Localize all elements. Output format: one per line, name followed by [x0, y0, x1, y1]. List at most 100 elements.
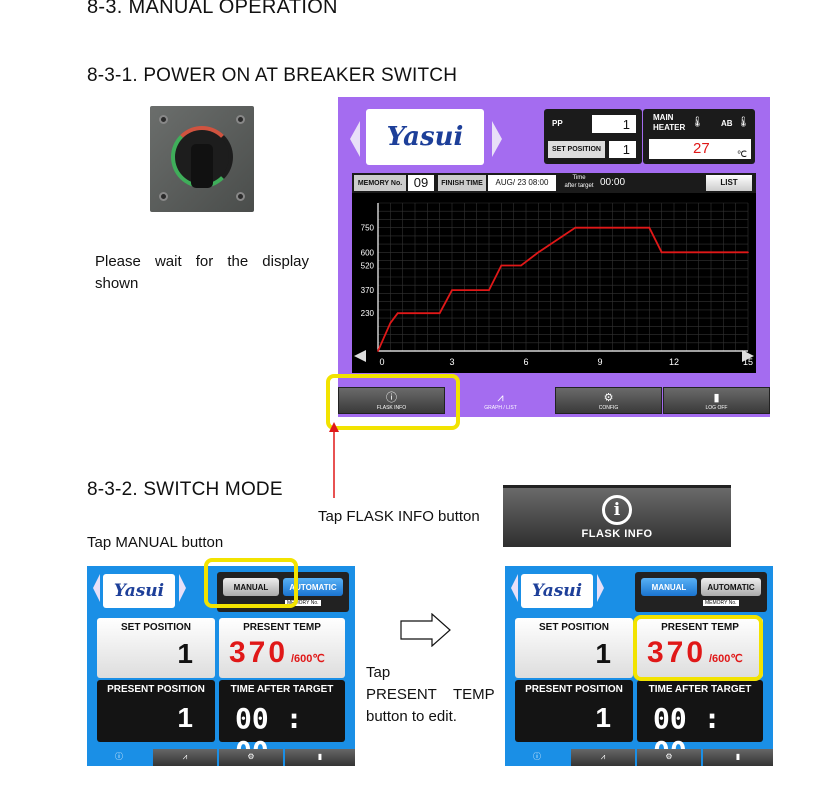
memory-bar: MEMORY No. 09 FINISH TIME AUG/ 23 08:00 …	[352, 173, 756, 193]
nav-log-off[interactable]: ▮	[285, 749, 355, 766]
x-tick-label: 3	[449, 357, 454, 367]
heater-temp-field[interactable]: 27 ℃	[649, 139, 751, 159]
tap-flask-instruction: Tap FLASK INFO button	[318, 508, 480, 525]
subsection-title-switch: 8-3-2. SWITCH MODE	[87, 479, 283, 500]
info-icon: i	[602, 495, 632, 525]
data-point	[396, 312, 399, 314]
nav-log-off[interactable]: ▮	[703, 749, 773, 766]
next-arrow-icon[interactable]	[492, 121, 502, 157]
nav-graph-list[interactable]: ⩘	[571, 749, 635, 766]
x-tick-label: 9	[597, 357, 602, 367]
set-position-value: 1	[177, 638, 193, 669]
nav-config[interactable]: ⚙	[637, 749, 701, 766]
present-temp-highlight	[633, 615, 763, 681]
pp-panel: PP 1 SET POSITION 1	[544, 109, 642, 164]
memory-no-label: MEMORY No.	[703, 600, 739, 606]
tap-manual-instruction: Tap MANUAL button	[87, 534, 224, 551]
data-point	[520, 264, 522, 267]
data-point	[389, 322, 392, 324]
set-position-cell[interactable]: SET POSITION 1	[515, 618, 633, 678]
nav-flask-info[interactable]: ⓘ	[87, 749, 151, 766]
tap-present-instruction: Tap PRESENT TEMP button to edit.	[366, 662, 495, 728]
small-bottom-nav: ⓘ ⩘ ⚙ ▮	[87, 747, 355, 766]
nav-flask-info[interactable]: ⓘ	[505, 749, 569, 766]
tap-present-line3: button to edit.	[366, 708, 457, 725]
present-temp-caption: PRESENT TEMP	[243, 622, 321, 633]
data-point	[488, 289, 490, 291]
mode-panel: MANUAL AUTOMATIC MEMORY No.	[635, 572, 767, 612]
yasui-logo: Yasui	[366, 109, 484, 165]
graph-icon: ⩘	[497, 392, 504, 404]
next-arrow-icon[interactable]	[179, 574, 186, 602]
y-tick-label: 520	[361, 261, 375, 270]
present-position-value: 1	[177, 702, 193, 733]
x-tick-label: 12	[669, 357, 679, 367]
heater-temp-value: 27	[693, 140, 710, 157]
small-bottom-nav: ⓘ ⩘ ⚙ ▮	[505, 747, 773, 766]
data-point	[500, 264, 503, 267]
nav-log-off[interactable]: ▮ LOG OFF	[663, 387, 770, 414]
thermometer-icon: 🌡	[691, 117, 704, 128]
tap-present-line1: Tap	[366, 664, 391, 681]
subsection-title-power: 8-3-1. POWER ON AT BREAKER SWITCH	[87, 65, 458, 86]
data-point	[537, 251, 540, 254]
y-tick-label: 600	[361, 248, 375, 257]
wait-instruction: Please wait for the display shown	[95, 253, 309, 292]
prev-arrow-icon[interactable]	[511, 574, 518, 602]
flask-info-label: FLASK INFO	[581, 528, 653, 540]
present-temp-value: 370	[229, 636, 289, 669]
y-tick-label: 750	[361, 224, 375, 233]
present-position-cell: PRESENT POSITION 1	[515, 680, 633, 742]
nav-graph-list[interactable]: ⩘	[153, 749, 217, 766]
data-point	[747, 251, 749, 254]
nav-config[interactable]: ⚙ CONFIG	[555, 387, 662, 414]
thermometer-icon: 🌡	[737, 117, 750, 128]
screw-icon	[159, 192, 168, 201]
screw-icon	[159, 115, 168, 124]
list-button[interactable]: LIST	[706, 175, 752, 191]
main-heater-panel: MAIN HEATER 🌡 AB 🌡 27 ℃	[643, 109, 755, 164]
prev-arrow-icon[interactable]	[350, 121, 360, 157]
set-position-caption: SET POSITION	[538, 622, 609, 633]
flask-info-highlight	[326, 374, 460, 430]
finish-time-value: AUG/ 23 08:00	[488, 175, 556, 191]
y-tick-label: 370	[361, 286, 375, 295]
nav-graph-list[interactable]: ⩘ GRAPH / LIST	[447, 387, 554, 414]
set-position-cell[interactable]: SET POSITION 1	[97, 618, 215, 678]
present-temp-cell[interactable]: PRESENT TEMP 370 /600℃	[219, 618, 345, 678]
temperature-profile-graph: 2303705206007500 3 6 9 12 15	[352, 193, 756, 373]
main-display-screen: Yasui PP 1 SET POSITION 1 MAIN HEATER 🌡 …	[338, 97, 770, 417]
manual-button[interactable]: MANUAL	[641, 578, 697, 596]
automatic-button[interactable]: AUTOMATIC	[701, 578, 761, 596]
present-position-cell: PRESENT POSITION 1	[97, 680, 215, 742]
next-arrow-icon[interactable]	[597, 574, 604, 602]
ab-label: AB	[721, 119, 733, 128]
time-after-label: Time after target	[564, 175, 594, 189]
data-point	[660, 251, 663, 254]
pp-label: PP	[552, 119, 563, 128]
memory-value[interactable]: 09	[408, 175, 434, 191]
set-position-button[interactable]: SET POSITION	[548, 141, 605, 158]
present-position-caption: PRESENT POSITION	[525, 684, 623, 695]
yasui-logo: Yasui	[103, 574, 175, 608]
present-position-value: 1	[595, 702, 611, 733]
heater-temp-unit: ℃	[736, 149, 747, 159]
set-position-value[interactable]: 1	[609, 141, 636, 158]
flask-info-button[interactable]: i FLASK INFO	[503, 485, 731, 547]
prev-arrow-icon[interactable]	[93, 574, 100, 602]
x-tick-label: 0	[379, 357, 384, 367]
data-point	[377, 350, 379, 352]
screw-icon	[236, 115, 245, 124]
pp-value[interactable]: 1	[592, 115, 636, 133]
data-point	[574, 226, 577, 229]
x-tick-label: 6	[523, 357, 528, 367]
breaker-switch-photo	[150, 106, 254, 212]
memory-label: MEMORY No.	[354, 175, 406, 191]
breaker-knob	[191, 144, 213, 188]
data-point	[451, 289, 453, 291]
right-arrow-icon	[400, 613, 451, 647]
scroll-left-icon	[354, 350, 366, 362]
present-position-caption: PRESENT POSITION	[107, 684, 205, 695]
set-position-value: 1	[595, 638, 611, 669]
nav-config[interactable]: ⚙	[219, 749, 283, 766]
